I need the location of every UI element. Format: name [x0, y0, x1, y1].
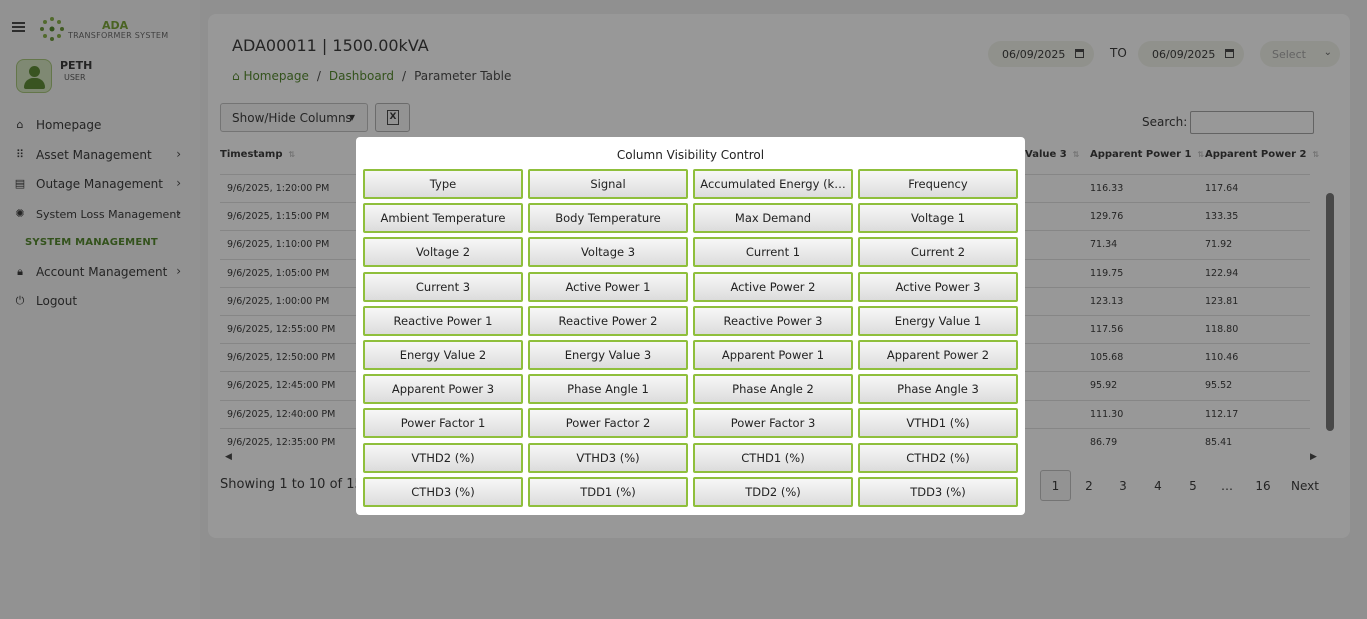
toggle-column-active-power-1-button[interactable]: Active Power 1	[528, 271, 688, 302]
toggle-column-current-3-button[interactable]: Current 3	[363, 271, 523, 302]
toggle-column-apparent-power-2-button[interactable]: Apparent Power 2	[858, 340, 1018, 370]
toggle-column-tdd1-button[interactable]: TDD1 (%)	[528, 476, 688, 507]
toggle-column-cthd3-button[interactable]: CTHD3 (%)	[363, 476, 523, 507]
toggle-column-energy-value-3-button[interactable]: Energy Value 3	[528, 340, 688, 370]
toggle-column-voltage-1-button[interactable]: Voltage 1	[858, 203, 1018, 234]
toggle-column-phase-angle-1-button[interactable]: Phase Angle 1	[528, 374, 688, 405]
toggle-column-tdd2-button[interactable]: TDD2 (%)	[693, 476, 853, 507]
toggle-column-phase-angle-3-button[interactable]: Phase Angle 3	[858, 374, 1018, 405]
toggle-column-active-power-2-button[interactable]: Active Power 2	[693, 271, 853, 302]
toggle-column-vthd3-button[interactable]: VTHD3 (%)	[528, 442, 688, 473]
toggle-column-cthd1-button[interactable]: CTHD1 (%)	[693, 442, 853, 473]
toggle-column-tdd3-button[interactable]: TDD3 (%)	[858, 476, 1018, 507]
toggle-column-reactive-power-3-button[interactable]: Reactive Power 3	[693, 305, 853, 336]
toggle-column-energy-value-2-button[interactable]: Energy Value 2	[363, 340, 523, 370]
toggle-column-body-temperature-button[interactable]: Body Temperature	[528, 203, 688, 234]
toggle-column-current-2-button[interactable]: Current 2	[858, 237, 1018, 268]
toggle-column-current-1-button[interactable]: Current 1	[693, 237, 853, 268]
toggle-column-type-button[interactable]: Type	[363, 169, 523, 199]
toggle-column-active-power-3-button[interactable]: Active Power 3	[858, 271, 1018, 302]
toggle-column-reactive-power-2-button[interactable]: Reactive Power 2	[528, 305, 688, 336]
toggle-column-vthd1-button[interactable]: VTHD1 (%)	[858, 408, 1018, 439]
column-visibility-modal: Column Visibility Control Type Signal Accu…	[356, 137, 1025, 515]
toggle-column-vthd2-button[interactable]: VTHD2 (%)	[363, 442, 523, 473]
toggle-column-power-factor-2-button[interactable]: Power Factor 2	[528, 408, 688, 439]
toggle-column-apparent-power-1-button[interactable]: Apparent Power 1	[693, 340, 853, 370]
toggle-column-voltage-3-button[interactable]: Voltage 3	[528, 237, 688, 268]
toggle-column-voltage-2-button[interactable]: Voltage 2	[363, 237, 523, 268]
toggle-column-cthd2-button[interactable]: CTHD2 (%)	[858, 442, 1018, 473]
modal-title: Column Visibility Control	[616, 148, 765, 162]
toggle-column-energy-value-1-button[interactable]: Energy Value 1	[858, 305, 1018, 336]
toggle-column-power-factor-3-button[interactable]: Power Factor 3	[693, 408, 853, 439]
toggle-column-apparent-power-3-button[interactable]: Apparent Power 3	[363, 374, 523, 405]
toggle-column-frequency-button[interactable]: Frequency	[858, 169, 1018, 199]
toggle-column-reactive-power-1-button[interactable]: Reactive Power 1	[363, 305, 523, 336]
toggle-column-signal-button[interactable]: Signal	[528, 169, 688, 199]
toggle-column-ambient-temperature-button[interactable]: Ambient Temperature	[363, 203, 523, 234]
toggle-column-max-demand-button[interactable]: Max Demand	[693, 203, 853, 234]
toggle-column-phase-angle-2-button[interactable]: Phase Angle 2	[693, 374, 853, 405]
toggle-column-power-factor-1-button[interactable]: Power Factor 1	[363, 408, 523, 439]
toggle-column-accumulated-energy-k-button[interactable]: Accumulated Energy (k…	[693, 169, 853, 199]
